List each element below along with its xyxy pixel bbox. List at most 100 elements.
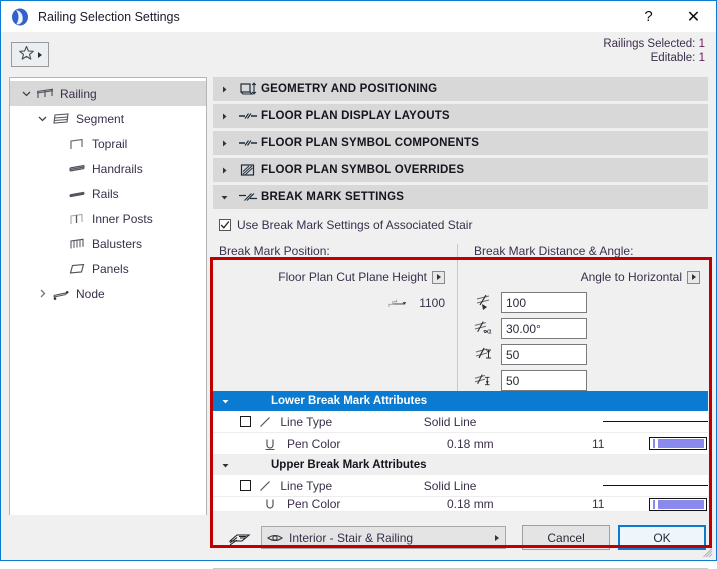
sidebar-item-rails[interactable]: Rails (10, 181, 206, 206)
sidebar-item-inner-posts[interactable]: Inner Posts (10, 206, 206, 231)
table-row[interactable]: Pen Color 0.18 mm 11 (213, 433, 708, 455)
attribute-pen[interactable]: 11 (592, 497, 647, 511)
cancel-button[interactable]: Cancel (522, 525, 610, 550)
pen-icon (259, 437, 281, 451)
attribute-value[interactable]: Solid Line (424, 479, 554, 493)
sidebar-item-panels[interactable]: Panels (10, 256, 206, 281)
sidebar-item-label: Inner Posts (88, 212, 153, 226)
triangle-right-icon[interactable] (494, 531, 500, 545)
rails-icon (66, 187, 88, 201)
cut-plane-height-row: 1100 (219, 293, 453, 313)
chevron-right-icon[interactable] (213, 85, 235, 94)
table-row[interactable]: Pen Color 0.18 mm 11 (213, 497, 708, 512)
break-mark-distance-title: Break Mark Distance & Angle: (474, 244, 708, 258)
sidebar-item-railing[interactable]: Railing (10, 81, 206, 106)
break-mark-settings-content: Use Break Mark Settings of Associated St… (213, 212, 708, 522)
line-type-checkbox[interactable] (240, 416, 251, 427)
chevron-down-icon[interactable] (18, 89, 34, 98)
break-offset-input[interactable] (501, 292, 587, 313)
table-row[interactable]: Line Type Solid Line (213, 475, 708, 497)
break-mark-position-group: Break Mark Position: Floor Plan Cut Plan… (213, 244, 453, 391)
attribute-group-upper[interactable]: Upper Break Mark Attributes (213, 455, 708, 475)
attribute-value[interactable]: Solid Line (424, 415, 554, 429)
railing-selection-settings-dialog: Railing Selection Settings ? ✕ Railings … (0, 0, 717, 561)
favorites-button[interactable] (11, 42, 49, 67)
chevron-right-icon[interactable] (34, 289, 50, 298)
sidebar-item-toprail[interactable]: Toprail (10, 131, 206, 156)
attribute-value[interactable]: 0.18 mm (447, 497, 592, 511)
break-length-field-cell (474, 370, 587, 391)
angle-method-row[interactable]: Angle to Horizontal (474, 270, 708, 284)
cut-plane-height-value[interactable]: 1100 (419, 296, 445, 310)
chevron-right-icon[interactable] (213, 112, 235, 121)
chevron-down-icon[interactable] (213, 397, 237, 406)
panel-label: FLOOR PLAN DISPLAY LAYOUTS (261, 110, 450, 122)
chevron-down-icon[interactable] (34, 114, 50, 123)
cut-plane-height-icon (387, 293, 409, 313)
panel-geometry-and-positioning[interactable]: GEOMETRY AND POSITIONING (213, 77, 708, 101)
attribute-pen[interactable]: 11 (592, 437, 647, 451)
panel-label: BREAK MARK SETTINGS (261, 191, 404, 203)
sidebar-item-balusters[interactable]: Balusters (10, 231, 206, 256)
title-bar: Railing Selection Settings ? ✕ (1, 1, 716, 32)
table-row[interactable]: Line Type Solid Line (213, 411, 708, 433)
break-offset-field-cell (474, 292, 587, 313)
line-type-preview (603, 485, 708, 486)
solid-line-preview (603, 485, 708, 486)
break-mark-columns: Break Mark Position: Floor Plan Cut Plan… (213, 238, 708, 391)
break-length-input[interactable] (501, 370, 587, 391)
pen-color-swatch[interactable] (649, 437, 707, 450)
chevron-right-icon[interactable] (213, 139, 235, 148)
break-gap-field-cell (474, 344, 587, 365)
railings-selected-label: Railings Selected: (603, 38, 695, 50)
component-tree: Railing Segment (9, 77, 207, 545)
angle-method-popup-button[interactable] (687, 271, 700, 284)
cut-plane-method-row[interactable]: Floor Plan Cut Plane Height (219, 270, 453, 284)
sidebar-item-label: Toprail (88, 137, 127, 151)
angle-method-label: Angle to Horizontal (581, 270, 682, 284)
sidebar-item-label: Node (72, 287, 105, 301)
close-button[interactable]: ✕ (671, 1, 716, 32)
use-stair-settings-row[interactable]: Use Break Mark Settings of Associated St… (213, 212, 708, 238)
break-angle-field-cell: α (474, 318, 587, 339)
pen-color-preview[interactable] (647, 498, 708, 511)
pen-color-preview[interactable] (647, 437, 708, 450)
break-gap-icon (474, 345, 496, 365)
star-icon (18, 45, 35, 64)
line-type-checkbox[interactable] (240, 480, 251, 491)
panel-break-mark-settings[interactable]: BREAK MARK SETTINGS (213, 185, 708, 209)
break-line-icon (235, 137, 261, 149)
line-type-checkbox-cell[interactable] (213, 416, 255, 427)
break-angle-input[interactable] (501, 318, 587, 339)
chevron-right-icon[interactable] (213, 166, 235, 175)
line-type-checkbox-cell[interactable] (213, 480, 255, 491)
attribute-name: Pen Color (281, 497, 447, 511)
panel-floor-plan-symbol-components[interactable]: FLOOR PLAN SYMBOL COMPONENTS (213, 131, 708, 155)
sidebar-item-segment[interactable]: Segment (10, 106, 206, 131)
solid-line-preview (603, 421, 708, 422)
sidebar-item-label: Handrails (88, 162, 143, 176)
window-title: Railing Selection Settings (38, 10, 626, 24)
panel-floor-plan-display-layouts[interactable]: FLOOR PLAN DISPLAY LAYOUTS (213, 104, 708, 128)
symbol-override-icon (235, 162, 261, 178)
use-stair-settings-checkbox[interactable] (219, 219, 231, 231)
attribute-name: Line Type (274, 479, 423, 493)
ok-button[interactable]: OK (618, 525, 706, 550)
break-mark-attributes-table: Lower Break Mark Attributes Line Type So… (213, 391, 708, 512)
layer-combobox[interactable]: Interior - Stair & Railing (261, 526, 506, 549)
attribute-group-label: Lower Break Mark Attributes (237, 395, 427, 407)
chevron-down-icon[interactable] (213, 461, 237, 470)
help-button[interactable]: ? (626, 1, 671, 32)
resize-grip[interactable] (703, 547, 713, 557)
panel-floor-plan-symbol-overrides[interactable]: FLOOR PLAN SYMBOL OVERRIDES (213, 158, 708, 182)
attribute-value[interactable]: 0.18 mm (447, 437, 592, 451)
pen-color-swatch[interactable] (649, 498, 707, 511)
sidebar-item-handrails[interactable]: Handrails (10, 156, 206, 181)
layer-value: Interior - Stair & Railing (289, 531, 488, 545)
sidebar-item-label: Railing (56, 87, 97, 101)
chevron-down-icon[interactable] (213, 193, 235, 202)
attribute-group-lower[interactable]: Lower Break Mark Attributes (213, 391, 708, 411)
break-gap-input[interactable] (501, 344, 587, 365)
sidebar-item-node[interactable]: Node (10, 281, 206, 306)
cut-plane-method-popup-button[interactable] (432, 271, 445, 284)
